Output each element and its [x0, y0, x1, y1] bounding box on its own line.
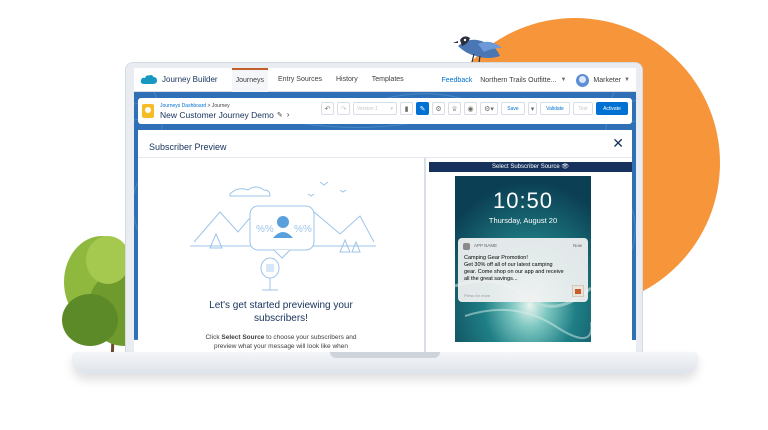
close-icon[interactable]: ✕	[612, 135, 624, 152]
edit-mode-icon[interactable]: ✎	[416, 102, 429, 115]
svg-text:%%: %%	[294, 224, 312, 235]
tab-entry-sources[interactable]: Entry Sources	[274, 68, 326, 92]
settings-icon[interactable]: ⚙	[432, 102, 445, 115]
goal-icon[interactable]: ◉	[464, 102, 477, 115]
journey-header: Journeys Dashboard > Journey New Custome…	[138, 98, 632, 124]
laptop-notch	[330, 352, 440, 358]
select-source-bar[interactable]: Select Subscriber Source 👁	[429, 162, 632, 172]
notification-image	[572, 285, 584, 297]
empty-state-illustration: %% %%	[190, 181, 376, 291]
version-label: Version 1	[357, 105, 378, 112]
feedback-link[interactable]: Feedback	[441, 77, 472, 84]
notification-body: Get 30% off all of our latest camping ge…	[464, 262, 564, 282]
empty-state-body: Click Select Source to choose your subsc…	[196, 333, 366, 351]
eye-icon: 👁	[561, 164, 569, 170]
save-button[interactable]: Save	[501, 102, 525, 115]
phone-lock-screen: 10:50 Thursday, August 20 APP NAME Now C…	[455, 176, 591, 342]
activate-button[interactable]: Activate	[596, 102, 628, 115]
page-title: New Customer Journey Demo	[160, 109, 274, 120]
lock-screen-time: 10:50	[492, 188, 554, 213]
test-button[interactable]: Test	[573, 102, 593, 115]
empty-state-heading: Let's get started previewing your subscr…	[209, 300, 353, 324]
header-utilities: Feedback Northern Trails Outfitte... ▼ M…	[441, 68, 630, 92]
app-icon	[463, 243, 470, 250]
org-switcher[interactable]: Northern Trails Outfitte...	[480, 77, 556, 84]
salesforce-cloud-icon	[140, 74, 157, 84]
user-menu[interactable]: Marketer	[593, 77, 621, 84]
lock-screen-date: Thursday, August 20	[488, 216, 558, 225]
svg-text:%%: %%	[256, 224, 274, 235]
tab-templates[interactable]: Templates	[368, 68, 408, 92]
journey-icon	[142, 104, 154, 118]
chevron-down-icon[interactable]: ▼	[624, 77, 630, 83]
notification-time: Now	[572, 243, 582, 248]
app-screen: Journey Builder Journeys Entry Sources H…	[134, 68, 636, 352]
undo-icon[interactable]: ↶	[321, 102, 334, 115]
chevron-down-icon: ▾	[390, 105, 393, 112]
breadcrumb-current: Journey	[211, 102, 230, 109]
notification-app-name: APP NAME	[474, 243, 498, 248]
select-source-label: Select Subscriber Source	[492, 164, 560, 170]
subscriber-preview-modal: Subscriber Preview ✕ %% %% Let's get sta…	[138, 130, 632, 352]
redo-icon[interactable]: ↷	[337, 102, 350, 115]
trophy-icon[interactable]: ♕	[448, 102, 461, 115]
journey-toolbar: ↶ ↷ Version 1 ▾ ▮ ✎ ⚙ ♕ ◉ ⚙▾ Save ▾ Valid…	[321, 102, 628, 115]
breadcrumb: Journeys Dashboard > Journey New Custome…	[160, 103, 289, 120]
tab-history[interactable]: History	[332, 68, 362, 92]
device-preview-pane: Select Subscriber Source 👁 10:50 Thursda…	[429, 162, 632, 352]
tab-journeys[interactable]: Journeys	[231, 68, 268, 92]
select-source-hint: Select Source	[221, 334, 265, 341]
panel-toggle-icon[interactable]: ▮	[400, 102, 413, 115]
pencil-icon[interactable]: ✎	[277, 111, 283, 119]
app-name: Journey Builder	[162, 75, 218, 84]
notification-hint: Press for more	[464, 293, 491, 298]
modal-title: Subscriber Preview	[149, 142, 227, 152]
validate-button[interactable]: Validate	[540, 102, 570, 115]
chevron-down-icon[interactable]: ▾	[528, 102, 537, 115]
global-header: Journey Builder Journeys Entry Sources H…	[134, 68, 636, 92]
modal-header: Subscriber Preview ✕	[138, 130, 632, 158]
version-select[interactable]: Version 1 ▾	[353, 102, 397, 115]
empty-state-body-prefix: Click	[205, 334, 222, 341]
chevron-down-icon[interactable]: ▼	[560, 77, 566, 83]
push-notification: APP NAME Now Camping Gear Promotion! Get…	[458, 238, 588, 302]
empty-state-pane: %% %% Let's get started previewing your …	[138, 158, 424, 352]
avatar[interactable]	[576, 73, 590, 87]
notification-title: Camping Gear Promotion!	[464, 255, 528, 261]
chevron-right-icon[interactable]: ›	[287, 110, 290, 119]
breadcrumb-dashboard-link[interactable]: Journeys Dashboard	[160, 103, 206, 109]
gear-icon[interactable]: ⚙▾	[480, 102, 498, 115]
pane-divider[interactable]	[424, 158, 426, 352]
